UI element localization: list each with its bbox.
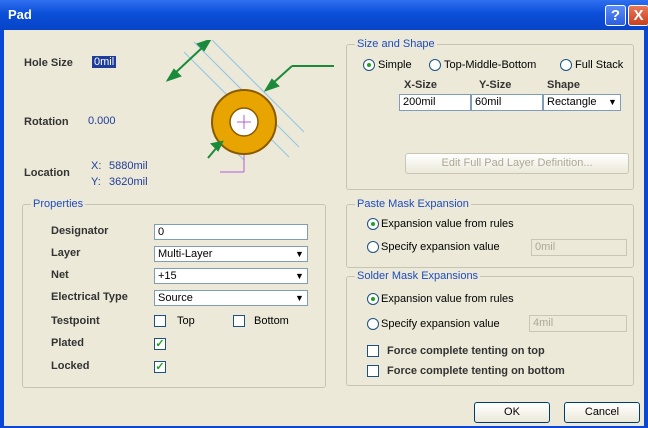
ysize-header: Y-Size <box>479 79 512 91</box>
close-button[interactable]: X <box>628 5 648 26</box>
testpoint-top-label[interactable]: Top <box>177 315 195 327</box>
hole-size-value[interactable]: 0mil <box>92 56 117 68</box>
paste-rules-label[interactable]: Expansion value from rules <box>381 218 514 230</box>
electrical-type-value: Source <box>158 292 193 304</box>
testpoint-label: Testpoint <box>51 315 100 327</box>
location-x-value[interactable]: 5880mil <box>109 160 148 172</box>
layer-label: Layer <box>51 247 81 259</box>
edit-full-pad-layer-button[interactable]: Edit Full Pad Layer Definition... <box>405 153 629 174</box>
locked-checkbox[interactable]: ✓ <box>154 361 166 373</box>
paste-rules-radio[interactable] <box>367 218 379 230</box>
locked-label: Locked <box>51 360 90 372</box>
xsize-header: X-Size <box>404 79 438 91</box>
full-stack-label[interactable]: Full Stack <box>575 59 623 71</box>
hole-size-label: Hole Size <box>24 57 73 69</box>
size-shape-group: Size and Shape Simple Top-Middle-Bottom … <box>346 38 634 190</box>
top-middle-bottom-label[interactable]: Top-Middle-Bottom <box>444 59 536 71</box>
net-select[interactable]: +15 ▼ <box>154 268 308 284</box>
electrical-type-select[interactable]: Source ▼ <box>154 290 308 306</box>
solder-mask-group: Solder Mask Expansions Expansion value f… <box>346 270 634 386</box>
solder-specify-radio[interactable] <box>367 318 379 330</box>
dialog-body: Hole Size 0mil Rotation 0.000 Location X… <box>4 30 644 426</box>
ysize-input[interactable]: 60mil <box>471 94 543 111</box>
top-middle-bottom-radio[interactable] <box>429 59 441 71</box>
tent-bottom-label[interactable]: Force complete tenting on bottom <box>387 365 565 377</box>
rotation-value[interactable]: 0.000 <box>88 115 116 127</box>
full-stack-radio[interactable] <box>560 59 572 71</box>
layer-select[interactable]: Multi-Layer ▼ <box>154 246 308 262</box>
shape-select-value: Rectangle <box>547 96 597 108</box>
location-x-label: X: <box>91 160 102 172</box>
window-title: Pad <box>8 7 32 22</box>
shape-select[interactable]: Rectangle ▼ <box>543 94 621 111</box>
pad-dialog: Pad ? X Hole Size 0mil Rotation 0.000 Lo… <box>0 0 648 428</box>
properties-title: Properties <box>31 198 86 210</box>
pad-preview-graphic <box>165 40 334 173</box>
shape-header: Shape <box>547 79 581 91</box>
title-bar[interactable]: Pad ? X <box>0 0 648 30</box>
simple-label[interactable]: Simple <box>378 59 412 71</box>
solder-rules-radio[interactable] <box>367 293 379 305</box>
testpoint-bottom-checkbox[interactable] <box>233 315 245 327</box>
designator-input[interactable]: 0 <box>154 224 308 240</box>
ok-button[interactable]: OK <box>474 402 550 423</box>
xsize-input[interactable]: 200mil <box>399 94 471 111</box>
testpoint-top-checkbox[interactable] <box>154 315 166 327</box>
solder-rules-label[interactable]: Expansion value from rules <box>381 293 514 305</box>
cancel-button[interactable]: Cancel <box>564 402 640 423</box>
chevron-down-icon[interactable]: ▼ <box>292 269 307 283</box>
paste-specify-label[interactable]: Specify expansion value <box>381 241 500 253</box>
rotation-label: Rotation <box>24 116 69 128</box>
plated-label: Plated <box>51 337 85 349</box>
paste-expansion-input[interactable]: 0mil <box>531 239 627 256</box>
solder-expansion-input[interactable]: 4mil <box>529 315 627 332</box>
testpoint-bottom-label[interactable]: Bottom <box>254 315 289 327</box>
location-y-label: Y: <box>91 176 101 188</box>
paste-mask-group: Paste Mask Expansion Expansion value fro… <box>346 198 634 268</box>
properties-group: Properties Designator 0 Layer Multi-Laye… <box>22 198 326 388</box>
tent-top-checkbox[interactable] <box>367 345 379 357</box>
chevron-down-icon[interactable]: ▼ <box>292 291 307 305</box>
plated-checkbox[interactable]: ✓ <box>154 338 166 350</box>
tent-top-label[interactable]: Force complete tenting on top <box>387 345 545 357</box>
net-label: Net <box>51 269 69 281</box>
chevron-down-icon[interactable]: ▼ <box>605 95 620 109</box>
layer-select-value: Multi-Layer <box>158 248 213 260</box>
net-select-value: +15 <box>158 270 177 282</box>
help-button[interactable]: ? <box>605 5 626 26</box>
paste-specify-radio[interactable] <box>367 241 379 253</box>
size-shape-title: Size and Shape <box>355 38 437 50</box>
chevron-down-icon[interactable]: ▼ <box>292 247 307 261</box>
solder-specify-label[interactable]: Specify expansion value <box>381 318 500 330</box>
location-label: Location <box>24 167 70 179</box>
designator-label: Designator <box>51 225 109 237</box>
location-y-value[interactable]: 3620mil <box>109 176 148 188</box>
electrical-type-label: Electrical Type <box>51 291 128 303</box>
paste-mask-title: Paste Mask Expansion <box>355 198 471 210</box>
solder-mask-title: Solder Mask Expansions <box>355 270 481 282</box>
tent-bottom-checkbox[interactable] <box>367 365 379 377</box>
simple-radio[interactable] <box>363 59 375 71</box>
